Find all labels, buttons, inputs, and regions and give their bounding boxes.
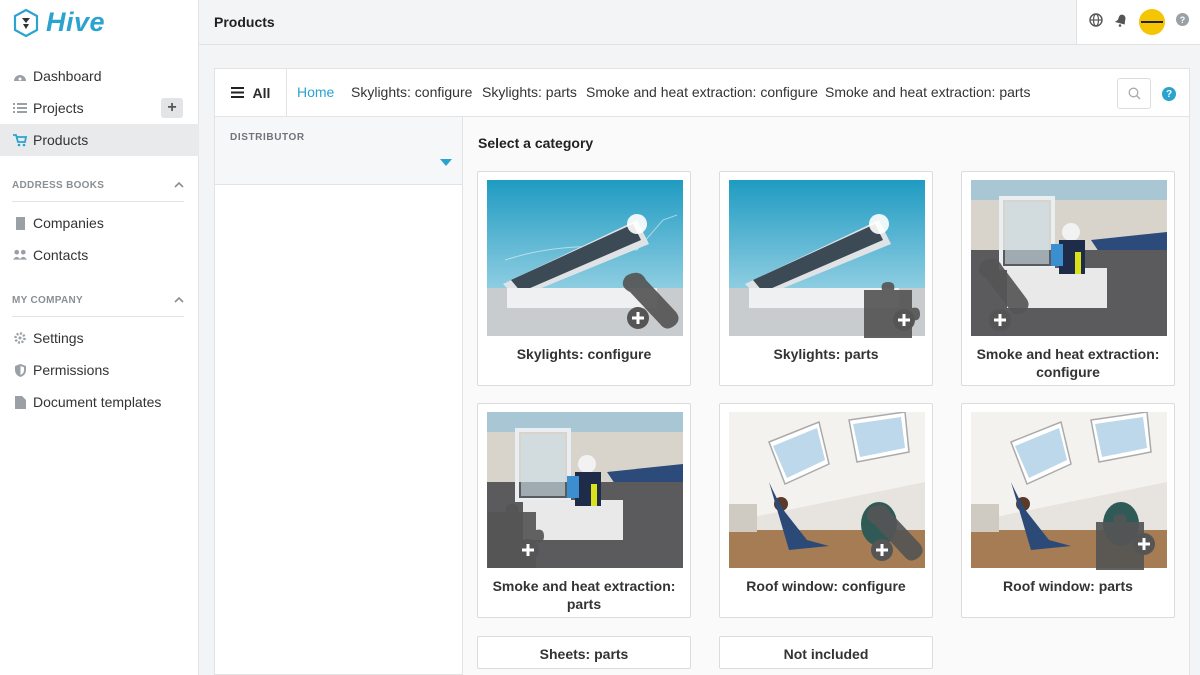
document-icon [13,395,27,409]
globe-icon[interactable] [1089,13,1103,32]
category-card-not-included[interactable]: Not included [719,636,933,669]
sidebar-item-document-templates[interactable]: Document templates [0,386,199,418]
sidebar-item-label: Settings [33,330,84,346]
sidebar-item-products[interactable]: Products [0,124,199,156]
chevron-up-icon [174,180,184,191]
help-button[interactable]: ? [1162,87,1176,101]
wrench-icon [862,500,928,571]
sidebar: Hive Dashboard Projects + Products ADDRE… [0,0,199,675]
section-header-my-company[interactable]: MY COMPANY [12,295,184,317]
category-card-skylights-configure[interactable]: Skylights: configure [477,171,691,386]
category-card-roof-window-configure[interactable]: Roof window: configure [719,403,933,618]
wrench-icon [974,254,1034,339]
top-toolbar: ? [1076,0,1200,44]
category-label: Skylights: configure [484,345,684,363]
sidebar-item-label: Projects [33,100,84,116]
people-icon [13,248,27,262]
sidebar-item-projects[interactable]: Projects + [0,92,199,124]
wrench-icon [618,268,684,339]
category-label: Not included [726,645,926,663]
puzzle-icon [488,504,548,573]
hive-logo-icon [12,8,40,38]
dashboard-icon [13,69,27,83]
sidebar-item-label: Document templates [33,394,161,410]
tab-skylights-parts[interactable]: Skylights: parts [482,84,577,100]
building-icon [13,216,27,230]
category-label: Smoke and heat extraction: parts [484,577,684,613]
bell-icon[interactable] [1114,13,1128,32]
menu-icon [231,85,244,101]
section-title: Select a category [478,135,593,151]
svg-text:?: ? [1179,15,1185,25]
category-card-smoke-heat-configure[interactable]: Smoke and heat extraction: configure [961,171,1175,386]
sidebar-item-settings[interactable]: Settings [0,322,199,354]
puzzle-icon [1096,514,1160,575]
tab-home[interactable]: Home [297,84,334,100]
category-label: Skylights: parts [726,345,926,363]
filter-sidebar: DISTRIBUTOR [215,117,463,675]
search-button[interactable] [1117,78,1151,109]
caret-down-icon[interactable] [440,159,452,166]
app-logo[interactable]: Hive [12,7,105,38]
search-icon [1128,87,1141,100]
list-icon [13,101,27,115]
sidebar-item-label: Contacts [33,247,88,263]
tab-smoke-heat-configure[interactable]: Smoke and heat extraction: configure [586,84,818,100]
filter-label: DISTRIBUTOR [230,132,305,143]
category-card-smoke-heat-parts[interactable]: Smoke and heat extraction: parts [477,403,691,618]
sidebar-item-label: Permissions [33,362,109,378]
top-bar: Products ? [199,0,1200,45]
category-tabs: All Home Skylights: configure Skylights:… [215,69,1189,117]
help-icon[interactable]: ? [1176,13,1189,31]
distributor-filter[interactable]: DISTRIBUTOR [215,117,462,185]
sidebar-item-label: Companies [33,215,104,231]
app-name: Hive [46,7,105,38]
sidebar-item-label: Products [33,132,88,148]
sidebar-item-companies[interactable]: Companies [0,207,199,239]
chevron-up-icon [174,295,184,306]
user-avatar[interactable] [1139,9,1165,35]
category-label: Smoke and heat extraction: configure [968,345,1168,381]
category-label: Roof window: configure [726,577,926,595]
gear-icon [13,331,27,345]
sidebar-item-permissions[interactable]: Permissions [0,354,199,386]
shield-icon [13,363,27,377]
category-card-skylights-parts[interactable]: Skylights: parts [719,171,933,386]
page-title: Products [214,14,275,30]
tab-smoke-heat-parts[interactable]: Smoke and heat extraction: parts [825,84,1030,100]
category-grid-area: Select a category Skylights: configure [463,117,1189,675]
category-label: Sheets: parts [484,645,684,663]
category-card-roof-window-parts[interactable]: Roof window: parts [961,403,1175,618]
cart-icon [13,133,27,147]
products-panel: All Home Skylights: configure Skylights:… [214,68,1190,675]
sidebar-item-contacts[interactable]: Contacts [0,239,199,271]
section-header-address-books[interactable]: ADDRESS BOOKS [12,180,184,202]
tab-all[interactable]: All [215,69,287,116]
category-label: Roof window: parts [968,577,1168,595]
tab-skylights-configure[interactable]: Skylights: configure [351,84,472,100]
add-project-button[interactable]: + [161,98,183,118]
category-card-sheets-parts[interactable]: Sheets: parts [477,636,691,669]
sidebar-item-label: Dashboard [33,68,102,84]
sidebar-item-dashboard[interactable]: Dashboard [0,60,199,92]
puzzle-icon [864,282,924,343]
